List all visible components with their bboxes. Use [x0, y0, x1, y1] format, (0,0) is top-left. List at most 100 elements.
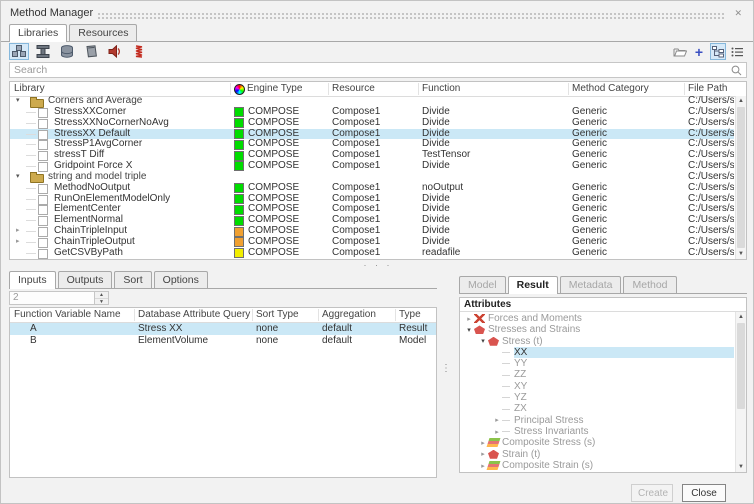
tree-connector-line — [502, 363, 510, 364]
drag-handle[interactable] — [97, 12, 725, 19]
library-row[interactable]: GetCSVByPathCOMPOSECompose1readafileGene… — [10, 248, 734, 259]
tree-connector-line — [26, 166, 36, 167]
list-view-icon[interactable] — [729, 43, 745, 60]
column-variable-name[interactable]: Function Variable Name — [14, 309, 121, 320]
row-checkbox[interactable] — [38, 249, 48, 259]
ibeam-icon[interactable] — [33, 43, 53, 60]
type-cell: Model — [399, 335, 426, 346]
expander-icon[interactable]: ▸ — [16, 237, 20, 248]
tab-inputs[interactable]: Inputs — [9, 271, 56, 289]
horizontal-splitter[interactable]: · · · — [9, 262, 747, 271]
tab-model[interactable]: Model — [459, 276, 506, 293]
spring-icon[interactable] — [129, 43, 149, 60]
tree-view-icon[interactable] — [710, 43, 726, 60]
row-checkbox[interactable] — [38, 151, 48, 161]
tab-options[interactable]: Options — [154, 271, 208, 288]
row-checkbox[interactable] — [38, 108, 48, 118]
library-row[interactable]: MethodNoOutputCOMPOSECompose1noOutputGen… — [10, 183, 734, 194]
vertical-splitter[interactable]: ⋮ — [441, 363, 451, 374]
speaker-icon[interactable] — [105, 43, 125, 60]
create-button[interactable]: Create — [631, 484, 673, 502]
tab-resources[interactable]: Resources — [69, 24, 137, 41]
attribute-tree-item[interactable]: XY — [460, 381, 734, 392]
column-method-category[interactable]: Method Category — [572, 83, 649, 94]
variable-row[interactable]: BElementVolumenonedefaultModel — [10, 335, 436, 347]
function-cell: readafile — [422, 248, 460, 259]
attribute-tree-item[interactable]: YZ — [460, 392, 734, 403]
library-row[interactable]: StressXXNoCornerNoAvgCOMPOSECompose1Divi… — [10, 118, 734, 129]
search-input[interactable]: Search — [9, 62, 747, 78]
attribute-tree-item[interactable]: ▸Strain (t) — [460, 449, 734, 460]
column-engine-type[interactable]: Engine Type — [247, 83, 302, 94]
attribute-tree-item[interactable]: ▸Composite Stress (s) — [460, 437, 734, 448]
column-aggregation[interactable]: Aggregation — [322, 309, 376, 320]
close-button[interactable]: Close — [682, 484, 726, 502]
column-type[interactable]: Type — [399, 309, 421, 320]
attribute-tree-item[interactable]: XX — [460, 347, 734, 358]
expander-icon[interactable]: ▸ — [492, 416, 502, 424]
row-checkbox[interactable] — [38, 195, 48, 205]
stepper-up-icon[interactable]: ▲ — [95, 292, 108, 299]
expander-icon[interactable]: ▸ — [16, 226, 20, 237]
tab-libraries[interactable]: Libraries — [9, 24, 67, 42]
row-checkbox[interactable] — [38, 162, 48, 172]
expander-icon[interactable]: ▾ — [16, 96, 20, 107]
color-wheel-icon — [234, 84, 245, 95]
column-attribute-query[interactable]: Database Attribute Query — [138, 309, 250, 320]
sort-type-cell: none — [256, 323, 278, 334]
row-checkbox[interactable] — [38, 216, 48, 226]
attribute-tree-item[interactable]: ▾Stress (t) — [460, 336, 734, 347]
tab-metadata[interactable]: Metadata — [560, 276, 622, 293]
row-checkbox[interactable] — [38, 130, 48, 140]
column-function[interactable]: Function — [422, 83, 460, 94]
close-icon[interactable]: ✕ — [734, 8, 742, 19]
add-icon[interactable]: + — [691, 43, 707, 60]
search-icon — [731, 65, 742, 76]
database-icon[interactable] — [57, 43, 77, 60]
tab-sort[interactable]: Sort — [114, 271, 151, 288]
column-library[interactable]: Library — [14, 83, 45, 94]
attribute-tree-item[interactable]: YY — [460, 358, 734, 369]
attribute-label: XX — [514, 347, 734, 358]
attribute-tree-item[interactable]: ▸Forces and Moments — [460, 313, 734, 324]
open-folder-icon[interactable] — [672, 43, 688, 60]
expander-icon[interactable]: ▸ — [464, 315, 474, 323]
row-checkbox[interactable] — [38, 227, 48, 237]
attribute-tree-item[interactable]: ▸Composite Strain (s) — [460, 460, 734, 471]
attribute-tree-item[interactable]: ZZ — [460, 369, 734, 380]
tab-method[interactable]: Method — [623, 276, 676, 293]
scrollbar-thumb[interactable] — [737, 323, 745, 409]
row-checkbox[interactable] — [38, 119, 48, 129]
attribute-tree-item[interactable]: ▸Stress Invariants — [460, 426, 734, 437]
engine-type-cell: COMPOSE — [234, 248, 299, 259]
attribute-tree-item[interactable]: ZX — [460, 403, 734, 414]
cubes-icon[interactable] — [9, 43, 29, 60]
column-resource[interactable]: Resource — [332, 83, 375, 94]
scrollbar-thumb[interactable] — [737, 107, 745, 248]
tab-outputs[interactable]: Outputs — [58, 271, 113, 288]
tab-result[interactable]: Result — [508, 276, 558, 294]
expander-icon[interactable]: ▾ — [16, 172, 20, 183]
expander-icon[interactable]: ▾ — [478, 337, 488, 345]
row-checkbox[interactable] — [38, 205, 48, 215]
attribute-tree-item[interactable]: ▸Principal Stress — [460, 415, 734, 426]
scroll-up-icon[interactable]: ▲ — [736, 312, 746, 322]
attribute-tree-item[interactable]: ▾Stresses and Strains — [460, 324, 734, 335]
expander-icon[interactable]: ▸ — [492, 428, 502, 436]
column-sort-type[interactable]: Sort Type — [256, 309, 299, 320]
variable-row[interactable]: AStress XXnonedefaultResult — [10, 323, 436, 335]
scroll-down-icon[interactable]: ▼ — [736, 462, 746, 472]
column-file-path[interactable]: File Path — [688, 83, 727, 94]
expander-icon[interactable]: ▸ — [478, 450, 488, 458]
expander-icon[interactable]: ▾ — [464, 326, 474, 334]
stepper-down-icon[interactable]: ▼ — [95, 299, 108, 305]
row-checkbox[interactable] — [38, 238, 48, 248]
scroll-up-icon[interactable]: ▲ — [736, 96, 746, 106]
row-checkbox[interactable] — [38, 140, 48, 150]
scroll-down-icon[interactable]: ▼ — [736, 249, 746, 259]
attributes-scrollbar[interactable]: ▲ ▼ — [735, 312, 746, 472]
input-count-stepper[interactable]: 2 ▲ ▼ — [9, 291, 109, 305]
library-scrollbar[interactable]: ▲ ▼ — [735, 96, 746, 259]
book-icon[interactable] — [81, 43, 101, 60]
row-checkbox[interactable] — [38, 184, 48, 194]
